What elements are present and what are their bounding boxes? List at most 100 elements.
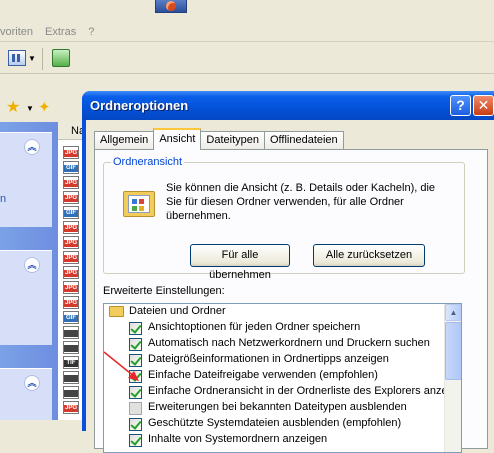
file-type-label: GIF — [64, 165, 78, 172]
setting-row[interactable]: Ansichtoptionen für jeden Ordner speiche… — [104, 320, 444, 336]
menu-favorites[interactable]: voriten — [0, 26, 33, 38]
menu-help[interactable]: ? — [88, 26, 94, 38]
setting-checkbox[interactable] — [129, 386, 142, 399]
favorites-dropdown-arrow-icon[interactable]: ▼ — [26, 104, 34, 113]
file-type-icon[interactable]: JPG — [63, 401, 79, 414]
collapse-chevron-icon[interactable]: ︽ — [24, 257, 40, 273]
file-type-icon[interactable]: GIF — [63, 311, 79, 324]
background-title-area — [0, 0, 494, 21]
dialog-client-area: Allgemein Ansicht Dateitypen Offlinedate… — [86, 120, 494, 453]
setting-row[interactable]: Automatisch nach Netzwerkordnern und Dru… — [104, 336, 444, 352]
file-type-icon[interactable]: JPG — [63, 266, 79, 279]
file-type-icon[interactable]: JPG — [63, 236, 79, 249]
setting-row[interactable]: Geschützte Systemdateien ausblenden (emp… — [104, 416, 444, 432]
background-toolbar: ▼ — [0, 44, 494, 74]
folder-view-group-label: Ordneransicht — [111, 156, 185, 168]
advanced-settings-list[interactable]: Dateien und Ordner Ansichtoptionen für j… — [103, 303, 462, 453]
setting-label: Dateigrößeinformationen in Ordnertipps a… — [148, 353, 389, 365]
file-type-icon[interactable]: JPG — [63, 146, 79, 159]
setting-label: Automatisch nach Netzwerkordnern und Dru… — [148, 337, 430, 349]
setting-checkbox[interactable] — [129, 338, 142, 351]
file-type-icon[interactable] — [63, 341, 79, 354]
setting-label: Erweiterungen bei bekannten Dateitypen a… — [148, 401, 407, 413]
tab-file-types[interactable]: Dateitypen — [200, 131, 265, 150]
menu-extras[interactable]: Extras — [45, 26, 76, 38]
file-type-icon[interactable] — [63, 371, 79, 384]
reset-all-folders-button[interactable]: Alle zurücksetzen — [313, 244, 425, 267]
collapse-chevron-icon[interactable]: ︽ — [24, 139, 40, 155]
file-type-label — [64, 345, 78, 352]
advanced-settings-rows: Dateien und Ordner Ansichtoptionen für j… — [104, 304, 444, 448]
tab-offline-files[interactable]: Offlinedateien — [263, 131, 344, 150]
setting-label: Einfache Dateifreigabe verwenden (empfoh… — [148, 369, 378, 381]
file-type-label: JPG — [64, 300, 78, 307]
setting-label: Inhalte von Systemordnern anzeigen — [148, 433, 328, 445]
setting-checkbox[interactable] — [129, 402, 142, 415]
folder-view-icon — [123, 187, 155, 217]
apply-to-all-folders-button[interactable]: Für alle übernehmen — [190, 244, 290, 281]
list-item-label: Dateien und Ordner — [129, 305, 226, 317]
setting-row[interactable]: Einfache Dateifreigabe verwenden (empfoh… — [104, 368, 444, 384]
file-type-label: JPG — [64, 285, 78, 292]
scrollbar-thumb[interactable] — [445, 322, 461, 380]
file-type-icon[interactable]: JPG — [63, 281, 79, 294]
tab-strip: Allgemein Ansicht Dateitypen Offlinedate… — [94, 128, 344, 150]
folder-up-icon[interactable]: ✦ — [38, 100, 51, 116]
tab-view[interactable]: Ansicht — [153, 128, 202, 150]
file-type-icon[interactable]: GIF — [63, 161, 79, 174]
task-pane-text-fragment[interactable]: n — [0, 193, 6, 205]
file-type-icon[interactable]: JPG — [63, 251, 79, 264]
file-type-label: JPG — [64, 270, 78, 277]
setting-row[interactable]: Erweiterungen bei bekannten Dateitypen a… — [104, 400, 444, 416]
folder-options-dialog: Ordneroptionen ? ✕ Allgemein Ansicht Dat… — [82, 91, 494, 453]
file-type-icon[interactable] — [63, 386, 79, 399]
file-type-icon[interactable]: JPG — [63, 191, 79, 204]
task-pane: ︽ n ︽ ︽ — [0, 122, 58, 420]
file-type-icon[interactable]: JPG — [63, 176, 79, 189]
views-icon[interactable] — [8, 50, 26, 66]
file-type-label — [64, 330, 78, 337]
dialog-title: Ordneroptionen — [90, 98, 189, 113]
sync-icon[interactable] — [52, 49, 70, 67]
setting-row[interactable]: Dateigrößeinformationen in Ordnertipps a… — [104, 352, 444, 368]
close-button[interactable]: ✕ — [473, 95, 494, 116]
folder-view-group: Ordneransicht Sie können die Ansicht (z.… — [103, 156, 465, 281]
app-taskbar-icon[interactable] — [155, 0, 187, 13]
file-type-icon[interactable]: GIF — [63, 206, 79, 219]
file-type-icon[interactable]: JPG — [63, 221, 79, 234]
file-type-label: GIF — [64, 315, 78, 322]
vertical-scrollbar[interactable]: ▲ — [444, 304, 461, 452]
favorites-star-icon[interactable]: ★ — [6, 100, 20, 116]
setting-checkbox[interactable] — [129, 434, 142, 447]
collapse-chevron-icon[interactable]: ︽ — [24, 375, 40, 391]
scroll-up-arrow-icon[interactable]: ▲ — [445, 304, 461, 321]
help-button[interactable]: ? — [450, 95, 471, 116]
setting-checkbox[interactable] — [129, 322, 142, 335]
background-menubar: voriten Extras ? — [0, 22, 494, 42]
file-type-icon[interactable]: JPG — [63, 296, 79, 309]
file-type-icon[interactable]: TIF — [63, 356, 79, 369]
links-toolbar: ★ ▼ ✦ — [0, 96, 82, 122]
folder-icon — [109, 306, 124, 317]
file-type-label: GIF — [64, 210, 78, 217]
task-pane-section: ︽ — [0, 368, 52, 420]
views-dropdown-arrow-icon[interactable]: ▼ — [28, 54, 36, 63]
list-item-files-and-folders[interactable]: Dateien und Ordner — [104, 304, 444, 320]
dialog-titlebar[interactable]: Ordneroptionen ? ✕ — [82, 91, 494, 120]
setting-row[interactable]: Inhalte von Systemordnern anzeigen — [104, 432, 444, 448]
setting-label: Einfache Ordneransicht in der Ordnerlist… — [148, 385, 444, 397]
setting-checkbox[interactable] — [129, 354, 142, 367]
file-type-label: JPG — [64, 255, 78, 262]
task-pane-section: ︽ — [0, 250, 52, 345]
file-type-label: JPG — [64, 240, 78, 247]
setting-label: Ansichtoptionen für jeden Ordner speiche… — [148, 321, 361, 333]
file-type-label: JPG — [64, 225, 78, 232]
advanced-settings-label: Erweiterte Einstellungen: — [103, 285, 225, 297]
folder-view-description: Sie können die Ansicht (z. B. Details od… — [166, 182, 436, 222]
setting-checkbox[interactable] — [129, 370, 142, 383]
file-type-label: JPG — [64, 405, 78, 412]
setting-row[interactable]: Einfache Ordneransicht in der Ordnerlist… — [104, 384, 444, 400]
file-type-icon[interactable] — [63, 326, 79, 339]
setting-label: Geschützte Systemdateien ausblenden (emp… — [148, 417, 402, 429]
tab-general[interactable]: Allgemein — [94, 131, 155, 150]
